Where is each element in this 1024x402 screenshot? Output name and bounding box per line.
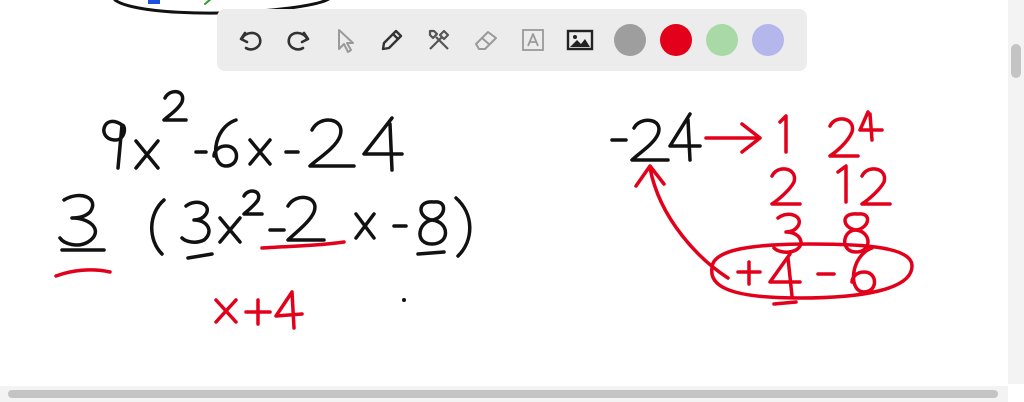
text-button[interactable]	[513, 20, 553, 60]
vertical-scroll-thumb[interactable]	[1011, 44, 1021, 78]
color-swatch-lavender[interactable]	[752, 24, 784, 56]
factor-header	[610, 112, 702, 162]
factor-pairs	[634, 110, 914, 306]
horizontal-scroll-thumb[interactable]	[8, 390, 998, 398]
top-blue-mark	[148, 0, 160, 4]
tools-icon	[428, 29, 450, 50]
color-swatch-gray[interactable]	[614, 24, 646, 56]
undo-button[interactable]	[231, 20, 271, 60]
select-button[interactable]	[325, 20, 365, 60]
whiteboard-canvas[interactable]	[0, 0, 1024, 402]
redo-icon	[287, 31, 310, 51]
image-button[interactable]	[560, 20, 600, 60]
select-cursor-icon	[338, 29, 354, 53]
color-swatch-green[interactable]	[706, 24, 738, 56]
drawing-toolbar	[217, 9, 807, 71]
image-icon	[566, 29, 594, 51]
eraser-button[interactable]	[466, 20, 506, 60]
color-swatch-red[interactable]	[660, 24, 692, 56]
redo-button[interactable]	[278, 20, 318, 60]
tools-button[interactable]	[419, 20, 459, 60]
pencil-button[interactable]	[372, 20, 412, 60]
top-green-mark	[204, 0, 212, 5]
undo-icon	[239, 31, 262, 51]
vertical-scrollbar[interactable]	[1008, 0, 1024, 384]
text-icon	[522, 29, 544, 51]
stray-dot	[402, 298, 406, 302]
pencil-icon	[381, 29, 403, 51]
expression-line-1	[102, 89, 404, 172]
eraser-icon	[475, 31, 497, 50]
horizontal-scrollbar[interactable]	[0, 386, 1008, 402]
